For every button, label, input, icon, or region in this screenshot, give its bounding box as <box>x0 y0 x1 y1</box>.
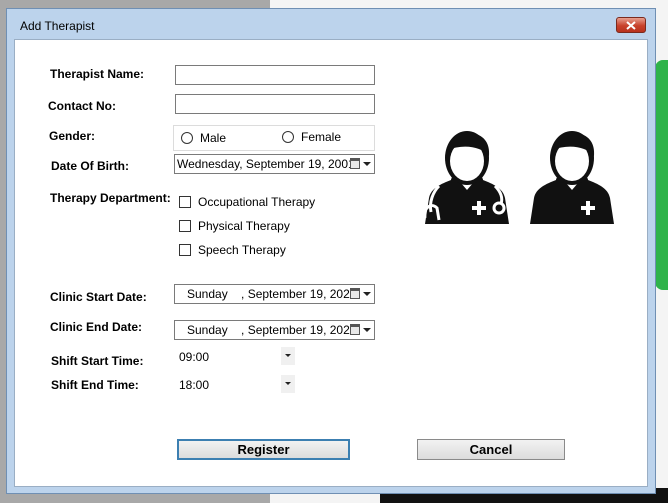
radio-circle <box>181 132 193 144</box>
gender-group: Male Female <box>173 125 375 151</box>
gender-female-radio[interactable]: Female <box>282 130 341 144</box>
checkbox-box <box>179 220 191 232</box>
gender-female-label: Female <box>301 130 342 144</box>
physical-therapy-checkbox[interactable]: Physical Therapy <box>179 219 290 233</box>
background-decoration <box>655 60 668 290</box>
chevron-down-icon <box>363 328 371 332</box>
clinic-start-date-value: Sunday , September 19, 2021 <box>187 287 357 301</box>
clinic-start-date-picker[interactable]: Sunday , September 19, 2021 <box>174 284 375 304</box>
physical-therapy-label: Physical Therapy <box>198 219 290 233</box>
title-bar: Add Therapist <box>7 9 655 39</box>
calendar-icon <box>350 158 360 169</box>
shift-start-time-label: Shift Start Time: <box>51 354 144 368</box>
checkbox-box <box>179 244 191 256</box>
clinic-end-date-picker[interactable]: Sunday , September 19, 2021 <box>174 320 375 340</box>
chevron-down-icon[interactable] <box>281 375 295 393</box>
occupational-therapy-label: Occupational Therapy <box>198 195 316 209</box>
clinic-end-date-value: Sunday , September 19, 2021 <box>187 323 357 337</box>
form-area: Therapist Name: Contact No: Gender: Male… <box>14 39 648 487</box>
therapist-name-input[interactable] <box>175 65 375 85</box>
gender-label: Gender: <box>49 129 96 143</box>
radio-circle <box>282 131 294 143</box>
window-title: Add Therapist <box>20 19 95 33</box>
speech-therapy-label: Speech Therapy <box>198 243 286 257</box>
register-button[interactable]: Register <box>177 439 350 460</box>
shift-end-time-select[interactable]: 18:00 <box>175 375 295 393</box>
date-of-birth-label: Date Of Birth: <box>51 159 129 173</box>
chevron-down-icon <box>363 292 371 296</box>
shift-start-time-select[interactable]: 09:00 <box>175 347 295 365</box>
cancel-button[interactable]: Cancel <box>417 439 565 460</box>
close-button[interactable] <box>616 17 646 33</box>
date-of-birth-value: Wednesday, September 19, 2001 <box>177 157 355 171</box>
calendar-icon <box>350 324 360 335</box>
gender-male-label: Male <box>200 131 227 145</box>
doctor-stethoscope-icon <box>423 131 509 224</box>
gender-male-radio[interactable]: Male <box>181 131 226 145</box>
occupational-therapy-checkbox[interactable]: Occupational Therapy <box>179 195 315 209</box>
speech-therapy-checkbox[interactable]: Speech Therapy <box>179 243 286 257</box>
chevron-down-icon <box>363 162 371 166</box>
therapist-name-label: Therapist Name: <box>50 67 145 81</box>
close-icon <box>626 20 636 30</box>
date-of-birth-picker[interactable]: Wednesday, September 19, 2001 <box>174 154 375 174</box>
shift-start-time-value: 09:00 <box>179 350 210 364</box>
calendar-icon <box>350 288 360 299</box>
clinic-start-date-label: Clinic Start Date: <box>50 290 147 304</box>
shift-end-time-value: 18:00 <box>179 378 210 392</box>
doctor-icon <box>530 131 614 224</box>
add-therapist-dialog: Add Therapist Therapist Name: Contact No… <box>6 8 656 494</box>
checkbox-box <box>179 196 191 208</box>
shift-end-time-label: Shift End Time: <box>51 378 139 392</box>
therapy-department-label: Therapy Department: <box>50 191 171 205</box>
chevron-down-icon[interactable] <box>281 347 295 365</box>
contact-no-input[interactable] <box>175 94 375 114</box>
clinic-end-date-label: Clinic End Date: <box>50 320 143 334</box>
contact-no-label: Contact No: <box>48 99 116 113</box>
